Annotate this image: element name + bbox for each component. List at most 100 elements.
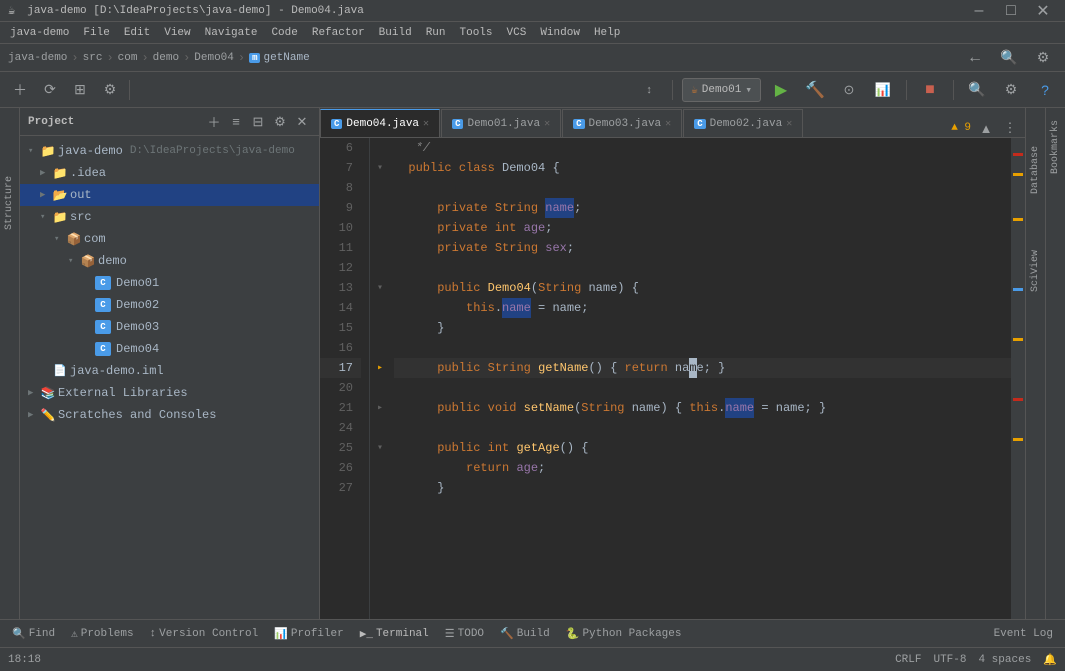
code-line-21: public void setName(String name) { this.…: [394, 398, 1011, 418]
tree-item-demo04[interactable]: ▶ C Demo04: [20, 338, 319, 360]
fold-7[interactable]: ▾: [370, 158, 390, 178]
tree-item-com[interactable]: ▾ 📦 com: [20, 228, 319, 250]
terminal-tab[interactable]: ▶_ Terminal: [352, 623, 437, 645]
tree-item-out[interactable]: ▶ 📂 out: [20, 184, 319, 206]
panel-layout-button[interactable]: ≡: [227, 113, 245, 131]
tab-demo03-close[interactable]: ✕: [665, 118, 671, 130]
panel-close-button[interactable]: ✕: [293, 113, 311, 131]
tree-item-root[interactable]: ▾ 📁 java-demo D:\IdeaProjects\java-demo: [20, 140, 319, 162]
maximize-button[interactable]: □: [997, 0, 1025, 25]
build-tab[interactable]: 🔨 Build: [492, 623, 558, 645]
tree-item-scratches[interactable]: ▶ ✏️ Scratches and Consoles: [20, 404, 319, 426]
menu-java-demo[interactable]: java-demo: [4, 25, 75, 41]
fold-10: [370, 218, 390, 238]
coverage-button[interactable]: ⊙: [835, 76, 863, 104]
panel-collapse-button[interactable]: ⊟: [249, 113, 267, 131]
editor-tabs: C Demo04.java ✕ C Demo01.java ✕ C Demo03…: [320, 108, 1025, 138]
minimize-button[interactable]: –: [965, 0, 993, 25]
run-config-selector[interactable]: ☕ Demo01 ▾: [682, 78, 761, 102]
find-tab[interactable]: 🔍 Find: [4, 623, 63, 645]
database-label[interactable]: Database: [1028, 138, 1043, 202]
nav-src[interactable]: src: [83, 52, 103, 64]
menu-build[interactable]: Build: [373, 25, 418, 41]
profiler-tab[interactable]: 📊 Profiler: [266, 623, 352, 645]
fold-25[interactable]: ▾: [370, 438, 390, 458]
fold-12: [370, 258, 390, 278]
nav-com[interactable]: com: [118, 52, 138, 64]
menu-refactor[interactable]: Refactor: [306, 25, 371, 41]
tab-demo01-close[interactable]: ✕: [544, 118, 550, 130]
nav-demo[interactable]: demo: [153, 52, 179, 64]
nav-project[interactable]: java-demo: [8, 52, 67, 64]
tree-item-iml[interactable]: ▶ 📄 java-demo.iml: [20, 360, 319, 382]
toolbar-add-button[interactable]: ＋: [6, 76, 34, 104]
settings-button-right[interactable]: ⚙: [997, 76, 1025, 104]
editor-collapse-up[interactable]: ▲: [977, 119, 995, 137]
menu-edit[interactable]: Edit: [118, 25, 156, 41]
tab-demo02-close[interactable]: ✕: [786, 118, 792, 130]
nav-back-button[interactable]: ←: [961, 44, 989, 72]
cursor-position[interactable]: 18:18: [8, 654, 41, 666]
menu-file[interactable]: File: [77, 25, 115, 41]
bookmarks-label[interactable]: Bookmarks: [1048, 112, 1063, 182]
menu-tools[interactable]: Tools: [454, 25, 499, 41]
folder-com-icon: 📦: [67, 232, 81, 246]
nav-method[interactable]: getName: [263, 52, 309, 64]
menu-run[interactable]: Run: [420, 25, 452, 41]
menu-window[interactable]: Window: [534, 25, 586, 41]
tree-item-ext-libs[interactable]: ▶ 📚 External Libraries: [20, 382, 319, 404]
problems-tab[interactable]: ⚠ Problems: [63, 623, 141, 645]
tab-demo04[interactable]: C Demo04.java ✕: [320, 109, 440, 137]
encoding[interactable]: UTF-8: [933, 653, 966, 667]
toolbar-settings-button[interactable]: ⚙: [96, 76, 124, 104]
toolbar-group-button[interactable]: ⊞: [66, 76, 94, 104]
tree-item-demo01[interactable]: ▶ C Demo01: [20, 272, 319, 294]
tab-demo03[interactable]: C Demo03.java ✕: [562, 109, 682, 137]
event-log-tab[interactable]: Event Log: [986, 623, 1061, 645]
search-button[interactable]: 🔍: [963, 76, 991, 104]
help-button[interactable]: ?: [1031, 76, 1059, 104]
code-content[interactable]: */ public class Demo04 { private String …: [390, 138, 1011, 619]
tree-item-demo[interactable]: ▾ 📦 demo: [20, 250, 319, 272]
run-button[interactable]: ▶: [767, 76, 795, 104]
toolbar-sync-button[interactable]: ⟳: [36, 76, 64, 104]
profiler-button[interactable]: 📊: [869, 76, 897, 104]
profiler-icon: 📊: [274, 627, 288, 641]
tab-demo01[interactable]: C Demo01.java ✕: [441, 109, 561, 137]
close-button[interactable]: ✕: [1029, 0, 1057, 25]
indent-setting[interactable]: 4 spaces: [978, 653, 1031, 667]
menu-code[interactable]: Code: [265, 25, 303, 41]
tab-demo02[interactable]: C Demo02.java ✕: [683, 109, 803, 137]
fold-13[interactable]: ▾: [370, 278, 390, 298]
tree-item-demo03[interactable]: ▶ C Demo03: [20, 316, 319, 338]
todo-tab[interactable]: ☰ TODO: [437, 623, 492, 645]
line-ending[interactable]: CRLF: [895, 653, 921, 667]
menu-view[interactable]: View: [158, 25, 196, 41]
editor-settings[interactable]: ⋮: [1001, 119, 1019, 137]
panel-add-button[interactable]: ＋: [205, 113, 223, 131]
stop-button[interactable]: ■: [916, 76, 944, 104]
nav-settings-button[interactable]: ⚙: [1029, 44, 1057, 72]
nav-demo04[interactable]: Demo04: [194, 52, 234, 64]
fold-21[interactable]: ▸: [370, 398, 390, 418]
menu-help[interactable]: Help: [588, 25, 626, 41]
toolbar-git-button[interactable]: ↕: [635, 76, 663, 104]
tree-item-idea[interactable]: ▶ 📁 .idea: [20, 162, 319, 184]
python-tab[interactable]: 🐍 Python Packages: [558, 623, 690, 645]
vcs-tab[interactable]: ↕ Version Control: [142, 623, 267, 645]
scroll-gutter[interactable]: [1011, 138, 1025, 619]
tree-item-demo02[interactable]: ▶ C Demo02: [20, 294, 319, 316]
menu-navigate[interactable]: Navigate: [199, 25, 264, 41]
tree-item-src[interactable]: ▾ 📁 src: [20, 206, 319, 228]
structure-label[interactable]: Structure: [2, 168, 17, 238]
build-button[interactable]: 🔨: [801, 76, 829, 104]
fold-17[interactable]: ▸: [370, 358, 390, 378]
fold-27: [370, 478, 390, 498]
notifications[interactable]: 🔔: [1043, 653, 1057, 667]
panel-settings-button[interactable]: ⚙: [271, 113, 289, 131]
sciview-label[interactable]: SciView: [1028, 242, 1043, 300]
fold-gutter: ▾ ▾ ▸ ▸ ▾: [370, 138, 390, 619]
tab-demo04-close[interactable]: ✕: [423, 118, 429, 130]
search-everywhere-button[interactable]: 🔍: [995, 44, 1023, 72]
menu-vcs[interactable]: VCS: [501, 25, 533, 41]
